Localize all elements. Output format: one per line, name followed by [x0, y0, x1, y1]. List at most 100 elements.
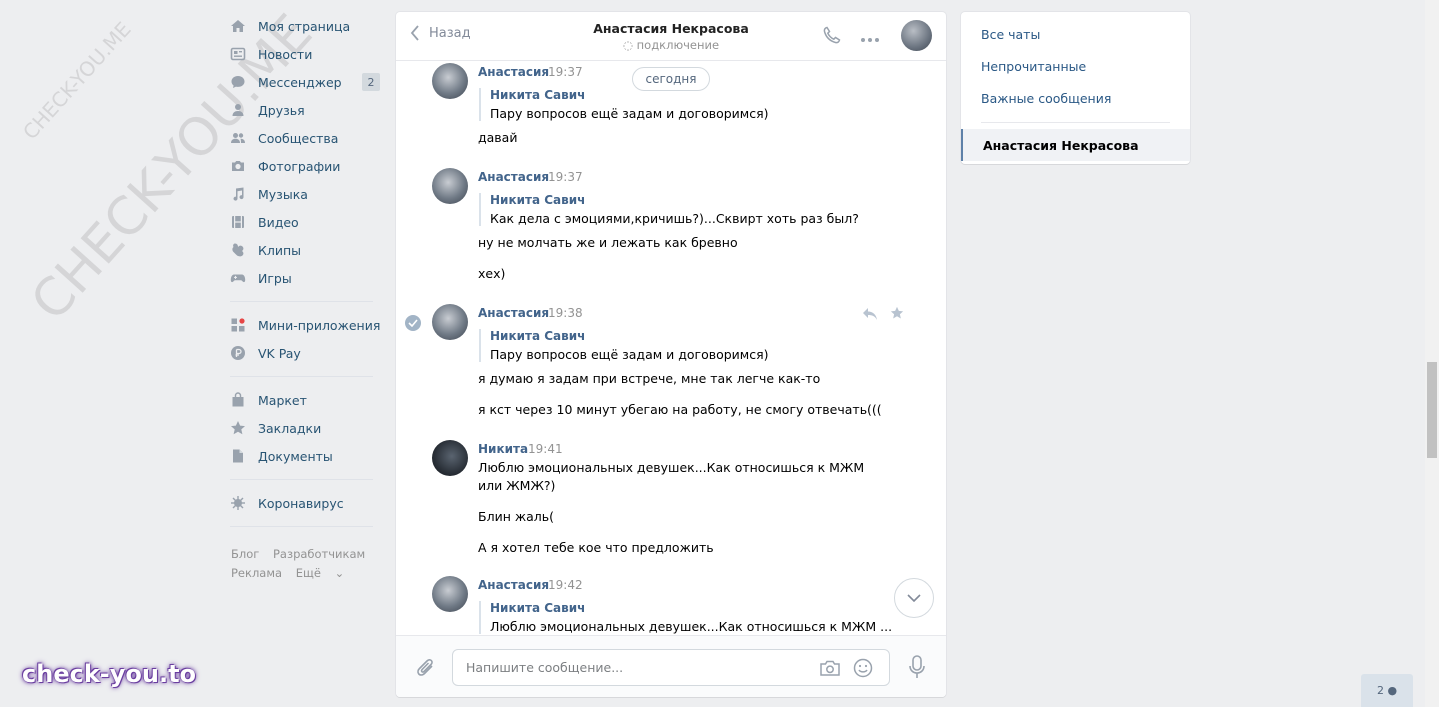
- nav-item-bookmarks[interactable]: Закладки: [222, 414, 382, 442]
- chat-filter-panel: Все чаты Непрочитанные Важные сообщения …: [961, 12, 1190, 164]
- mark-important-button[interactable]: [890, 306, 904, 324]
- footer-link-blog[interactable]: Блог: [231, 547, 259, 561]
- select-check-icon[interactable]: [405, 315, 421, 331]
- document-icon: [230, 448, 246, 464]
- message-text: Блин жаль(: [478, 509, 554, 524]
- message-text: или ЖМЖ?): [478, 478, 556, 493]
- forwarded-message: Никита Савич Люблю эмоциональных девушек…: [479, 601, 892, 634]
- attach-photo-button[interactable]: [819, 658, 841, 682]
- forwarded-sender[interactable]: Никита Савич: [490, 193, 859, 207]
- nav-item-label: Документы: [258, 448, 333, 464]
- forwarded-text: Пару вопросов ещё задам и договоримся): [490, 347, 769, 362]
- back-label: Назад: [429, 25, 471, 41]
- nav-item-music[interactable]: Музыка: [222, 180, 382, 208]
- forwarded-message: Никита Савич Как дела с эмоциями,кричишь…: [479, 193, 859, 226]
- peer-avatar[interactable]: [901, 20, 932, 51]
- message-sender[interactable]: Анастасия: [478, 65, 549, 79]
- nav-divider: [230, 479, 373, 480]
- nav-divider: [230, 526, 373, 527]
- forwarded-message: Никита Савич Пару вопросов ещё задам и д…: [479, 329, 769, 362]
- nav-item-video[interactable]: Видео: [222, 208, 382, 236]
- camera-icon: [230, 158, 246, 174]
- forwarded-sender[interactable]: Никита Савич: [490, 601, 892, 615]
- chat-header: Анастасия Некрасова ◌ подключение Назад: [396, 12, 946, 61]
- reply-button[interactable]: [862, 307, 878, 325]
- avatar[interactable]: [432, 440, 468, 476]
- avatar[interactable]: [432, 63, 468, 99]
- nav-item-label: Маркет: [258, 392, 307, 408]
- more-dots-icon: [861, 38, 879, 42]
- star-icon: [230, 420, 246, 436]
- virus-icon: [230, 495, 246, 511]
- scrollbar-thumb[interactable]: [1427, 362, 1437, 458]
- footer-more-label: Ещё: [295, 566, 321, 580]
- avatar[interactable]: [432, 576, 468, 612]
- nav-item-mini-apps[interactable]: Мини-приложения: [222, 311, 382, 339]
- footer-link-more[interactable]: Ещё ⌄: [296, 566, 354, 580]
- nav-item-label: Сообщества: [258, 130, 339, 146]
- spinner-icon: ◌: [622, 38, 633, 52]
- avatar[interactable]: [432, 304, 468, 340]
- nav-item-label: Моя страница: [258, 18, 351, 34]
- ruble-icon: [230, 345, 246, 361]
- more-button[interactable]: [860, 32, 880, 47]
- messenger-icon: [230, 74, 246, 90]
- page-scrollbar[interactable]: [1425, 0, 1439, 707]
- footer-link-ads[interactable]: Реклама: [231, 566, 282, 580]
- reply-icon: [863, 308, 877, 320]
- phone-icon: [823, 26, 841, 44]
- nav-item-messenger[interactable]: Мессенджер 2: [222, 68, 382, 96]
- music-icon: [230, 186, 246, 202]
- back-button[interactable]: Назад: [410, 25, 471, 41]
- message-text: давай: [478, 130, 518, 145]
- voice-message-button[interactable]: [908, 655, 926, 683]
- footer-link-developers[interactable]: Разработчикам: [273, 547, 365, 561]
- nav-item-games[interactable]: Игры: [222, 264, 382, 292]
- attach-button[interactable]: [416, 656, 436, 682]
- nav-item-market[interactable]: Маркет: [222, 386, 382, 414]
- call-button[interactable]: [822, 25, 842, 49]
- filter-important[interactable]: Важные сообщения: [961, 82, 1190, 114]
- nav-item-communities[interactable]: Сообщества: [222, 124, 382, 152]
- unread-badge: 2: [362, 73, 380, 91]
- nav-item-my-page[interactable]: Моя страница: [222, 12, 382, 40]
- scroll-down-button[interactable]: [894, 578, 934, 618]
- date-divider: сегодня: [632, 67, 710, 91]
- nav-item-documents[interactable]: Документы: [222, 442, 382, 470]
- avatar[interactable]: [432, 168, 468, 204]
- filter-all-chats[interactable]: Все чаты: [961, 18, 1190, 50]
- message-text: я кст через 10 минут убегаю на работу, н…: [478, 402, 882, 417]
- filter-unread[interactable]: Непрочитанные: [961, 50, 1190, 82]
- online-friends-button[interactable]: 2 ●: [1361, 674, 1413, 707]
- forwarded-message: Никита Савич Пару вопросов ещё задам и д…: [479, 88, 769, 121]
- message-text: хех): [478, 266, 506, 281]
- nav-item-clips[interactable]: Клипы: [222, 236, 382, 264]
- camera-icon: [820, 660, 840, 676]
- user-icon: ●: [1387, 684, 1398, 697]
- nav-item-label: VK Pay: [258, 345, 301, 361]
- video-icon: [230, 214, 246, 230]
- star-icon: [890, 306, 904, 319]
- nav-item-label: Мессенджер: [258, 74, 342, 90]
- message-sender[interactable]: Никита: [478, 442, 528, 456]
- nav-item-vk-pay[interactable]: VK Pay: [222, 339, 382, 367]
- message-input[interactable]: Напишите сообщение...: [452, 649, 890, 686]
- message-sender[interactable]: Анастасия: [478, 170, 549, 184]
- forwarded-sender[interactable]: Никита Савич: [490, 88, 769, 102]
- communities-icon: [230, 130, 246, 146]
- footer-links: Блог Разработчикам Реклама Ещё ⌄: [222, 545, 382, 583]
- nav-item-friends[interactable]: Друзья: [222, 96, 382, 124]
- nav-item-label: Видео: [258, 214, 299, 230]
- forwarded-text: Люблю эмоциональных девушек...Как относи…: [490, 619, 893, 634]
- message-sender[interactable]: Анастасия: [478, 306, 549, 320]
- forwarded-sender[interactable]: Никита Савич: [490, 329, 769, 343]
- emoji-button[interactable]: [853, 658, 873, 682]
- nav-item-coronavirus[interactable]: Коронавирус: [222, 489, 382, 517]
- nav-item-news[interactable]: Новости: [222, 40, 382, 68]
- nav-item-photos[interactable]: Фотографии: [222, 152, 382, 180]
- home-icon: [230, 18, 246, 34]
- panel-divider: [981, 122, 1170, 123]
- chevron-left-icon: [410, 25, 419, 41]
- active-chat-item[interactable]: Анастасия Некрасова: [961, 129, 1190, 161]
- message-sender[interactable]: Анастасия: [478, 578, 549, 592]
